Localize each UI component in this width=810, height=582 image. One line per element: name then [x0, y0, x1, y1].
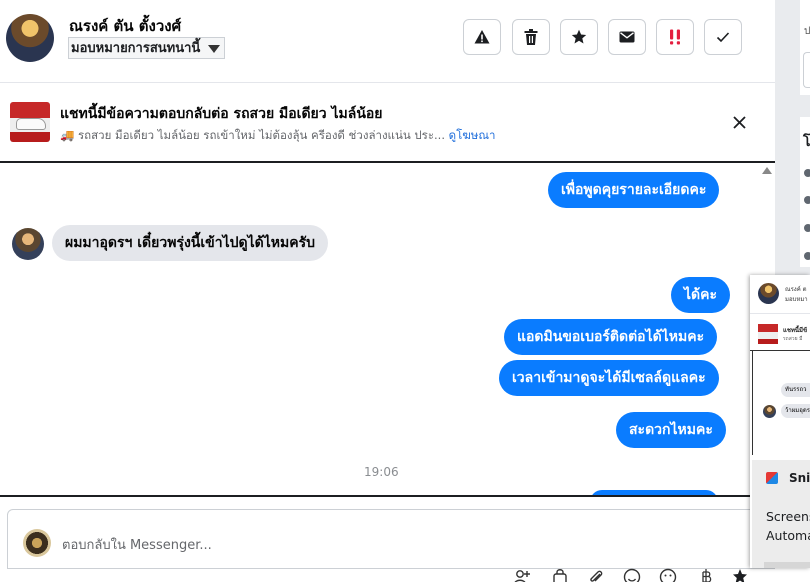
toast-line-1: Screens	[766, 509, 810, 524]
card-heading-fragment: โ	[803, 131, 810, 153]
snip-app-label: Snip	[789, 471, 810, 485]
truck-icon: 🚚	[60, 128, 74, 142]
ad-banner-description: 🚚 รถสวย มือเดียว ไมล์น้อย รถเข้าใหม่ ไม่…	[60, 127, 496, 145]
message-bubble-outgoing[interactable]: ได้คะ	[671, 277, 730, 313]
message-bubble-incoming[interactable]: ผมมาอุดรฯ เดี๋ยวพรุ่งนี้เข้าไปดูได้ไหมคร…	[52, 225, 328, 261]
star-icon	[571, 29, 587, 45]
trash-icon	[524, 29, 538, 45]
info-icon	[804, 169, 810, 177]
message-bubble-outgoing[interactable]: เพื่อพูดคุยรายละเอียดคะ	[548, 172, 719, 208]
contact-avatar[interactable]	[6, 14, 54, 62]
mark-unread-button[interactable]	[608, 19, 646, 55]
mark-done-button[interactable]	[704, 19, 742, 55]
reply-input[interactable]	[62, 535, 542, 555]
assign-conversation-label: มอบหมายการสนทนานี้	[71, 41, 200, 56]
preview-ad-title: แชทนี้มีข้	[783, 325, 807, 335]
message-bubble-outgoing[interactable]: เวลาเข้ามาดูจะได้มีเซลล์ดูแลคะ	[499, 360, 719, 396]
preview-contact-name: ณรงค์ ต	[785, 284, 807, 294]
preview-assign-label: มอบหมา	[785, 294, 808, 304]
double-exclamation-icon	[668, 29, 682, 45]
tag-icon	[804, 196, 810, 204]
preview-ad-banner: แชทนี้มีข้ รถสวย มื	[750, 314, 810, 351]
delete-button[interactable]	[512, 19, 550, 55]
conversation-header: ณรงค์ ตัน ตั้งวงศ์ มอบหมายการสนทนานี้	[0, 0, 775, 83]
ad-description-text: รถสวย มือเดียว ไมล์น้อย รถเข้าใหม่ ไม่ต้…	[78, 128, 445, 142]
preview-sender-avatar	[763, 405, 776, 418]
assign-conversation-select[interactable]: มอบหมายการสนทนานี้	[68, 37, 225, 59]
card-input-box[interactable]	[803, 52, 810, 88]
checkmark-icon	[716, 31, 730, 43]
card-text-fragment: ป	[804, 24, 810, 39]
baht-icon[interactable]	[696, 568, 716, 582]
preview-message-bubble: ว้าผมอุดร	[781, 404, 810, 418]
contact-info-card: โ	[800, 117, 810, 267]
preview-avatar	[758, 283, 779, 304]
close-icon	[733, 116, 746, 129]
smiley-icon[interactable]	[658, 568, 678, 582]
snip-app-notification-header[interactable]: Snip	[752, 460, 810, 496]
sender-avatar[interactable]	[12, 228, 44, 260]
ad-thumbnail[interactable]	[10, 102, 50, 142]
caret-down-icon	[208, 45, 220, 53]
report-button[interactable]	[463, 19, 501, 55]
close-banner-button[interactable]	[728, 111, 750, 133]
preview-header: ณรงค์ ต มอบหมา	[750, 275, 810, 314]
view-ad-link[interactable]: ดูโฆษณา	[449, 128, 496, 142]
reply-composer	[0, 497, 775, 568]
star-button[interactable]	[560, 19, 598, 55]
contact-details-card: ป	[800, 0, 810, 95]
ad-banner-title: แชทนี้มีข้อความตอบกลับต่อ รถสวย มือเดียว…	[60, 103, 383, 125]
emoji-icon[interactable]	[622, 568, 642, 582]
follow-up-button[interactable]	[656, 19, 694, 55]
message-bubble-outgoing-partial	[590, 490, 718, 497]
warning-icon	[474, 29, 490, 45]
person-add-icon[interactable]	[512, 568, 532, 582]
toast-line-2: Automa	[766, 528, 810, 543]
composer-box	[7, 509, 775, 569]
preview-thread: ทันรรถว ว้าผมอุดร	[752, 351, 810, 455]
screenshot-toast[interactable]: Screens Automa	[752, 496, 810, 568]
toast-progress-bar	[764, 562, 810, 568]
car-image	[16, 118, 46, 130]
message-bubble-outgoing[interactable]: แอดมินขอเบอร์ติดต่อได้ไหมคะ	[504, 319, 717, 355]
message-thread[interactable]: เพื่อพูดคุยรายละเอียดคะ ผมมาอุดรฯ เดี๋ยว…	[0, 163, 775, 497]
pin-icon[interactable]	[730, 568, 750, 582]
message-bubble-outgoing[interactable]: สะดวกไหมคะ	[616, 412, 726, 448]
snipping-tool-icon	[766, 472, 778, 484]
preview-ad-desc: รถสวย มื	[783, 335, 802, 343]
envelope-icon	[619, 31, 635, 43]
preview-ad-thumbnail	[758, 324, 778, 344]
bag-icon[interactable]	[550, 568, 570, 582]
paperclip-icon[interactable]	[586, 568, 606, 582]
preview-message-bubble: ทันรรถว	[781, 383, 810, 397]
contact-name[interactable]: ณรงค์ ตัน ตั้งวงศ์	[69, 14, 181, 38]
scroll-up-arrow-icon[interactable]	[762, 167, 772, 174]
location-icon	[804, 252, 810, 260]
phone-icon	[804, 224, 810, 232]
ad-reply-banner: แชทนี้มีข้อความตอบกลับต่อ รถสวย มือเดียว…	[0, 83, 775, 163]
message-timestamp: 19:06	[364, 465, 399, 479]
page-avatar	[23, 529, 51, 557]
